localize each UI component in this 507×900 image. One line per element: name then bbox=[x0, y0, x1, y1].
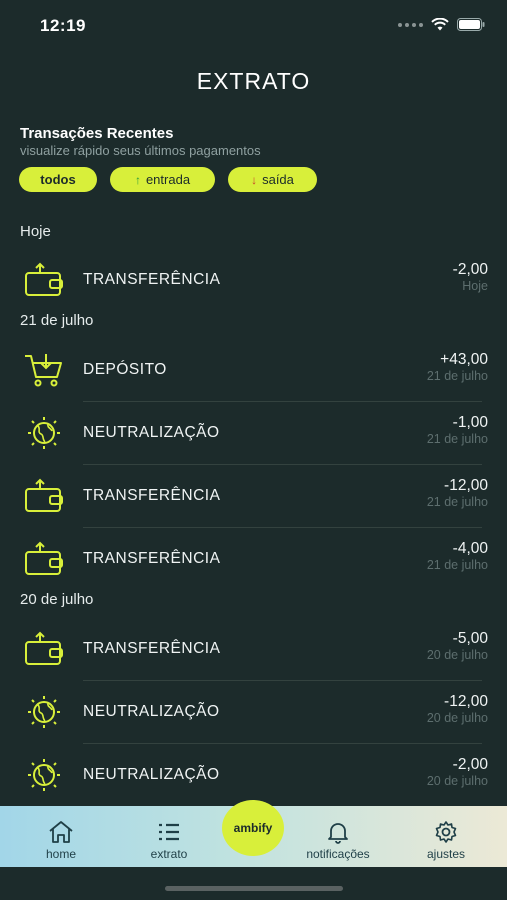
arrow-up-icon: ↑ bbox=[134, 172, 141, 187]
globe-icon bbox=[28, 417, 60, 449]
filter-entrada-label: entrada bbox=[145, 172, 191, 187]
transaction-amount: -12,00 bbox=[444, 693, 488, 710]
divider bbox=[83, 464, 482, 465]
transaction-row[interactable]: TRANSFERÊNCIA -12,00 21 de julho bbox=[20, 466, 490, 528]
gear-icon bbox=[435, 821, 457, 843]
transaction-row[interactable]: NEUTRALIZAÇÃO -2,00 20 de julho bbox=[20, 745, 490, 805]
divider bbox=[83, 680, 482, 681]
transaction-name: TRANSFERÊNCIA bbox=[83, 640, 221, 657]
home-icon bbox=[49, 821, 73, 843]
transaction-name: NEUTRALIZAÇÃO bbox=[83, 703, 220, 720]
wifi-icon bbox=[431, 18, 449, 31]
globe-icon bbox=[28, 759, 60, 791]
transaction-date: 20 de julho bbox=[426, 648, 488, 662]
filter-saida-label: saída bbox=[262, 172, 294, 187]
transaction-row[interactable]: DEPÓSITO +43,00 21 de julho bbox=[20, 340, 490, 402]
transaction-amount: -4,00 bbox=[452, 540, 488, 557]
nav-extrato[interactable]: extrato bbox=[129, 820, 209, 861]
status-bar: 12:19 bbox=[0, 0, 507, 50]
wallet-icon bbox=[25, 262, 63, 296]
transaction-date: 21 de julho bbox=[426, 558, 488, 572]
transaction-amount: -2,00 bbox=[452, 261, 488, 278]
nav-home[interactable]: home bbox=[21, 820, 101, 861]
transaction-amount: +43,00 bbox=[440, 351, 488, 368]
ambify-logo: ambify bbox=[233, 821, 273, 835]
transaction-date: 21 de julho bbox=[426, 495, 488, 509]
section-title: Transações Recentes bbox=[20, 125, 174, 142]
nav-home-label: home bbox=[45, 847, 77, 861]
globe-icon bbox=[28, 696, 60, 728]
section-header: Transações Recentes visualize rápido seu… bbox=[20, 125, 261, 158]
page-title: EXTRATO bbox=[196, 68, 311, 94]
signal-icon bbox=[398, 22, 423, 27]
section-subtitle: visualize rápido seus últimos pagamentos bbox=[20, 143, 261, 158]
filter-chips: todos ↑ entrada ↓ saída bbox=[19, 167, 317, 192]
transaction-row[interactable]: TRANSFERÊNCIA -2,00 Hoje bbox=[20, 250, 490, 310]
group-label-hoje: Hoje bbox=[20, 223, 51, 240]
transaction-date: 20 de julho bbox=[426, 711, 488, 725]
wallet-icon bbox=[25, 478, 63, 512]
group-label-20-julho: 20 de julho bbox=[20, 591, 94, 608]
nav-notificacoes[interactable]: notificações bbox=[298, 820, 378, 861]
filter-entrada-button[interactable]: ↑ entrada bbox=[110, 167, 215, 192]
transaction-name: NEUTRALIZAÇÃO bbox=[83, 766, 220, 783]
transaction-date: 21 de julho bbox=[426, 432, 488, 446]
home-area bbox=[0, 867, 507, 900]
nav-ajustes[interactable]: ajustes bbox=[406, 820, 486, 861]
transaction-date: Hoje bbox=[462, 279, 488, 293]
status-time: 12:19 bbox=[40, 16, 86, 35]
wallet-icon bbox=[25, 541, 63, 575]
list-icon bbox=[159, 823, 179, 841]
filter-todos-button[interactable]: todos bbox=[19, 167, 97, 192]
group-label-21-julho: 21 de julho bbox=[20, 312, 94, 329]
transaction-amount: -12,00 bbox=[444, 477, 488, 494]
filter-todos-label: todos bbox=[40, 172, 76, 187]
divider bbox=[83, 527, 482, 528]
transaction-row[interactable]: NEUTRALIZAÇÃO -1,00 21 de julho bbox=[20, 403, 490, 465]
arrow-down-icon: ↓ bbox=[251, 172, 258, 187]
wallet-icon bbox=[25, 631, 63, 665]
transaction-row[interactable]: NEUTRALIZAÇÃO -12,00 20 de julho bbox=[20, 682, 490, 744]
nav-notificacoes-label: notificações bbox=[306, 847, 370, 861]
ambify-button[interactable]: ambify bbox=[222, 800, 284, 856]
transaction-name: DEPÓSITO bbox=[83, 361, 167, 378]
transaction-amount: -5,00 bbox=[452, 630, 488, 647]
home-indicator[interactable] bbox=[165, 886, 343, 891]
transaction-amount: -2,00 bbox=[452, 756, 488, 773]
filter-saida-button[interactable]: ↓ saída bbox=[228, 167, 317, 192]
transaction-date: 21 de julho bbox=[426, 369, 488, 383]
divider bbox=[83, 401, 482, 402]
transaction-date: 20 de julho bbox=[426, 774, 488, 788]
transaction-name: TRANSFERÊNCIA bbox=[83, 271, 221, 288]
divider bbox=[83, 743, 482, 744]
nav-ajustes-label: ajustes bbox=[426, 847, 466, 861]
status-icons bbox=[398, 18, 485, 31]
nav-extrato-label: extrato bbox=[150, 847, 188, 861]
transaction-name: TRANSFERÊNCIA bbox=[83, 487, 221, 504]
bell-icon bbox=[328, 823, 348, 844]
transaction-name: NEUTRALIZAÇÃO bbox=[83, 424, 220, 441]
cart-icon bbox=[25, 354, 62, 387]
transaction-row[interactable]: TRANSFERÊNCIA -4,00 21 de julho bbox=[20, 529, 490, 589]
transaction-row[interactable]: TRANSFERÊNCIA -5,00 20 de julho bbox=[20, 619, 490, 681]
transaction-name: TRANSFERÊNCIA bbox=[83, 550, 221, 567]
battery-icon bbox=[457, 18, 485, 31]
transaction-amount: -1,00 bbox=[452, 414, 488, 431]
